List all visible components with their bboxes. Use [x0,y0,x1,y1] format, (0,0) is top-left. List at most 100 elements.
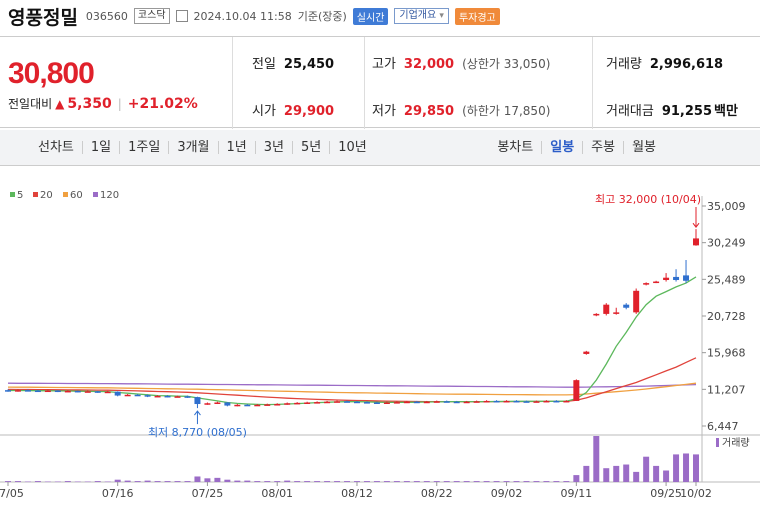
volume-bar [423,481,430,482]
volume-bar [493,481,500,482]
candle-body [324,401,331,404]
candle-body [224,402,231,406]
volume-bar [44,481,51,483]
candle-body [214,402,221,404]
period-3m[interactable]: 3개월 [169,141,219,154]
volume-bar [154,481,161,482]
candle-body [344,401,351,403]
period-1y[interactable]: 1년 [219,141,256,154]
y-tick-label: 35,009 [707,200,746,213]
stat-low: 저가 29,850 (하한가 17,850) [372,100,550,119]
stat-label: 전일 [252,57,276,72]
x-tick-label: 10/02 [680,487,712,500]
volume-bar [164,481,171,482]
price-chart: 5 20 60 120 35,009 30,249 25,489 20,728 15,968 11… [0,190,760,500]
candle-monthly[interactable]: 월봉 [624,141,664,154]
candle-body [633,290,640,313]
volume-bar [663,470,670,482]
change-percent: +21.02% [127,95,198,112]
volume-bar [34,481,41,482]
x-tick-label: 09/02 [491,487,523,500]
stat-value: 29,900 [283,104,335,119]
volume-bar [403,481,410,482]
volume-bar [573,475,580,482]
period-1w[interactable]: 1주일 [120,141,170,154]
stock-code: 036560 [85,9,128,23]
candle-body [413,401,420,404]
candle-body [353,401,360,404]
volume-bar [324,481,331,482]
stat-label: 거래량 [606,57,642,72]
volume-bar [184,481,191,482]
volume-bar [84,481,91,483]
stat-label: 거래대금 [606,104,654,119]
legend-swatch [63,192,68,197]
candle-body [124,394,131,397]
candle-body [34,390,41,393]
candle-body [284,403,291,405]
volume-bar [54,481,61,483]
x-tick-label: 08/01 [261,487,293,500]
company-overview-button[interactable]: 기업개요 ▾ [394,8,449,24]
clock-icon [175,10,188,22]
stat-amount: 거래대금 91,255 백만 [606,100,738,119]
volume-bar [224,479,231,482]
candle-chart-label[interactable]: 봉차트 [489,141,543,154]
volume-bar [74,481,81,483]
stat-value: 25,450 [283,57,335,72]
volume-bar [483,481,490,482]
candle-body [204,403,211,405]
legend-swatch [10,192,15,197]
volume-bar [603,468,610,482]
volume-bar [433,481,440,482]
x-tick-label: 09/25 [650,487,682,500]
y-tick-label: 25,489 [707,273,746,286]
candle-body [443,401,450,403]
candle-weekly[interactable]: 주봉 [583,141,625,154]
candle-body [164,395,171,398]
candle-body [334,401,341,403]
volume-bar [633,471,640,482]
divider [364,37,365,129]
period-1d[interactable]: 1일 [83,141,121,154]
legend-label: 20 [40,190,53,201]
period-5y[interactable]: 5년 [293,141,331,154]
candle-body [473,401,480,403]
candle-body [653,281,660,284]
stat-sub: (상한가 33,050) [462,57,551,71]
candle-body [84,391,91,393]
volume-bar [553,481,560,482]
period-10y[interactable]: 10년 [330,141,375,154]
candle-body [264,404,271,406]
volume-bar [513,481,520,482]
candle-body [94,391,101,393]
volume-bar [353,481,360,482]
legend-swatch [33,192,38,197]
candle-body [304,402,311,404]
stat-value: 2,996,618 [649,57,724,72]
volume-bar [204,478,211,482]
stat-value: 29,850 [403,104,455,119]
volume-bar [463,481,470,482]
volume-bar [194,476,201,482]
current-price: 30,800 [8,57,95,90]
volume-bar [94,481,101,482]
volume-bar [413,481,420,482]
volume-bar [214,477,221,482]
realtime-button[interactable]: 실시간 [352,7,389,25]
candle-body [553,400,560,403]
volume-bar [244,480,251,482]
candle-body [294,402,301,405]
period-3y[interactable]: 3년 [256,141,293,154]
timestamp: 2024.10.04 11:58 [193,9,292,23]
candle-body [393,402,400,404]
line-chart-label[interactable]: 선차트 [30,141,83,154]
up-arrow-icon: ▲ [55,96,65,111]
investment-warning-badge[interactable]: 투자경고 [454,7,500,25]
volume-bar [284,480,291,482]
legend-label: 60 [70,190,83,201]
candle-daily[interactable]: 일봉 [542,141,584,154]
volume-bar [363,481,370,482]
candle-body [513,400,520,403]
volume-label: 거래량 [722,437,750,449]
